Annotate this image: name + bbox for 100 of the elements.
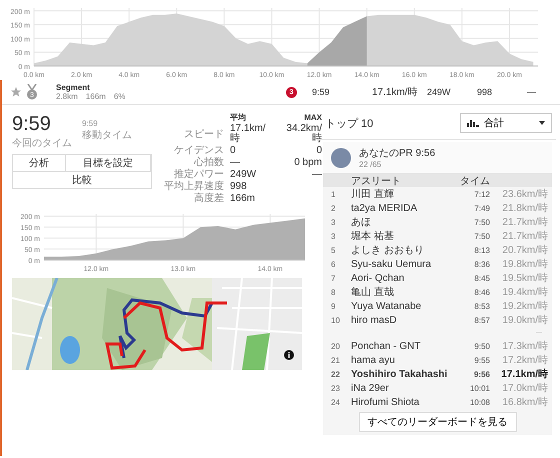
action-button[interactable]: 目標を設定 xyxy=(66,155,151,172)
athlete-name[interactable]: iNa 29er xyxy=(351,382,460,394)
filter-dropdown[interactable]: 合計 xyxy=(460,113,552,133)
athlete-name[interactable]: Yoshihiro Takahashi xyxy=(351,368,460,380)
time-cell-text: 8:53 xyxy=(473,302,491,310)
speed-cell-text: 21.7km/時 xyxy=(501,230,548,243)
time-cell-text: 10:08 xyxy=(468,398,491,406)
segment-time: 9:59 xyxy=(312,87,331,97)
stat-label: 高度差 xyxy=(193,193,224,204)
athlete-name[interactable]: hiro masD xyxy=(351,314,460,326)
stat-average: 998 xyxy=(230,182,248,192)
segment-grade: 6% xyxy=(114,92,126,101)
speed-cell-text: 16.8km/時 xyxy=(501,396,548,409)
pr-title: あなたのPR 9:56 xyxy=(359,147,436,160)
speed-cell-text: 23.6km/時 xyxy=(501,188,548,201)
speed-cell-text: 17.0km/時 xyxy=(501,382,548,395)
time-cell-text: 8:57 xyxy=(473,316,491,324)
segment-elevation: 166m xyxy=(86,92,106,101)
stat-max: — xyxy=(311,170,322,180)
moving-time: 9:59 xyxy=(82,119,99,128)
athlete-name[interactable]: Ponchan - GNT xyxy=(351,340,460,352)
speed-cell-text: 19.4km/時 xyxy=(501,286,548,299)
segment-vam: 998 xyxy=(477,87,494,97)
time-cell-text: 10:01 xyxy=(468,384,491,392)
caret-icon xyxy=(539,121,545,125)
segment-heart-rate: — xyxy=(527,87,537,97)
pr-rank: 22 /65 xyxy=(359,160,382,169)
leaderboard-title: トップ 10 xyxy=(325,116,374,130)
athlete-name[interactable]: Hirofumi Shiota xyxy=(351,396,460,408)
athlete-name[interactable]: よしき おおもり xyxy=(351,243,460,257)
speed-cell-text: 19.0km/時 xyxy=(501,314,548,327)
view-all-button[interactable]: すべてのリーダーボードを見る xyxy=(358,412,516,432)
athlete-name[interactable]: 堀本 祐基 xyxy=(351,229,460,243)
rank-cell-text: 23 xyxy=(331,384,341,392)
rank-cell-text: 24 xyxy=(331,398,341,406)
speed-cell-text: 17.2km/時 xyxy=(501,354,548,367)
time-cell-text: 9:55 xyxy=(473,356,491,364)
rank-cell-text: 2 xyxy=(331,204,336,212)
time-cell-text: 7:50 xyxy=(473,232,491,240)
rank-cell-text: 8 xyxy=(331,288,336,296)
rank-cell-text: 6 xyxy=(331,260,336,268)
stat-label: 心拍数 xyxy=(192,157,224,168)
stat-label: 平均上昇速度 xyxy=(163,181,224,192)
rank-cell-text: 3 xyxy=(331,218,336,226)
speed-cell-text: 21.8km/時 xyxy=(501,202,548,215)
athlete-name[interactable]: Aori- Qchan xyxy=(351,272,460,284)
rank-cell-text: 10 xyxy=(331,316,341,324)
rank-cell-text: 1 xyxy=(331,190,336,198)
action-button[interactable]: 分析 xyxy=(13,155,66,172)
time-cell-text: 7:12 xyxy=(473,190,491,198)
info-icon[interactable] xyxy=(284,350,294,360)
segment-name[interactable]: Segment xyxy=(56,83,226,92)
segment-distance: 2.8km xyxy=(56,92,78,101)
column-header: アスリート xyxy=(351,175,402,188)
time-cell-text: 7:50 xyxy=(473,218,491,226)
stat-max: 0 xyxy=(315,146,322,156)
athlete-name[interactable]: hama ayu xyxy=(351,354,460,366)
speed-cell-text: 19.2km/時 xyxy=(501,300,548,313)
athlete-name[interactable]: あほ xyxy=(351,215,460,229)
time-cell-text: 9:56 xyxy=(472,370,491,378)
rank-cell-text: 9 xyxy=(331,302,336,310)
stat-label: スピード xyxy=(183,128,224,140)
elapsed-time: 9:59 xyxy=(12,113,52,136)
stat-max: 0 bpm xyxy=(293,158,322,168)
rank-cell-text: 7 xyxy=(331,274,336,282)
avatar xyxy=(331,148,351,168)
speed-cell-text: 21.7km/時 xyxy=(501,216,548,229)
rank-cell-text: 3 xyxy=(331,232,336,240)
segment-power: 249W xyxy=(427,87,452,97)
athlete-name[interactable]: Syu-saku Uemura xyxy=(351,258,460,270)
athlete-name[interactable]: Yuya Watanabe xyxy=(351,300,460,312)
stat-label: ケイデンス xyxy=(173,145,224,156)
stat-average: 249W xyxy=(230,170,258,180)
speed-cell-text: 20.7km/時 xyxy=(501,244,548,257)
bar-chart-icon xyxy=(467,119,479,127)
stat-label: 推定パワー xyxy=(173,169,224,180)
stats-header: MAX xyxy=(303,113,322,123)
time-cell-text: 8:46 xyxy=(473,288,491,296)
stats-header: 平均 xyxy=(230,113,247,123)
athlete-name[interactable]: ta2ya MERIDA xyxy=(351,202,460,214)
speed-cell-text: 17.1km/時 xyxy=(500,368,548,381)
time-cell-text: 8:13 xyxy=(473,246,491,254)
star-icon[interactable] xyxy=(10,86,22,98)
segment-speed: 17.1km/時 xyxy=(372,86,419,99)
athlete-name[interactable]: 川田 直輝 xyxy=(351,187,460,201)
time-cell-text: 8:45 xyxy=(473,274,491,282)
stat-average: 17.1km/時 xyxy=(230,124,267,144)
time-cell-text: 9:50 xyxy=(473,342,491,350)
speed-cell-text: 17.3km/時 xyxy=(501,340,548,353)
moving-time-label: 移動タイム xyxy=(82,129,133,142)
speed-cell-text: 19.5km/時 xyxy=(501,272,548,285)
stat-average: — xyxy=(230,158,241,168)
stat-average: 166m xyxy=(230,194,256,204)
athlete-name[interactable]: 亀山 直哉 xyxy=(351,285,460,299)
elapsed-time-label: 今回のタイム xyxy=(12,137,73,150)
speed-cell-text: 19.8km/時 xyxy=(501,258,548,271)
rank-cell-text: 21 xyxy=(331,356,341,364)
column-header: タイム xyxy=(460,175,491,188)
rank-cell-text: 22 xyxy=(331,370,341,378)
rank-cell-text: 5 xyxy=(331,246,336,254)
